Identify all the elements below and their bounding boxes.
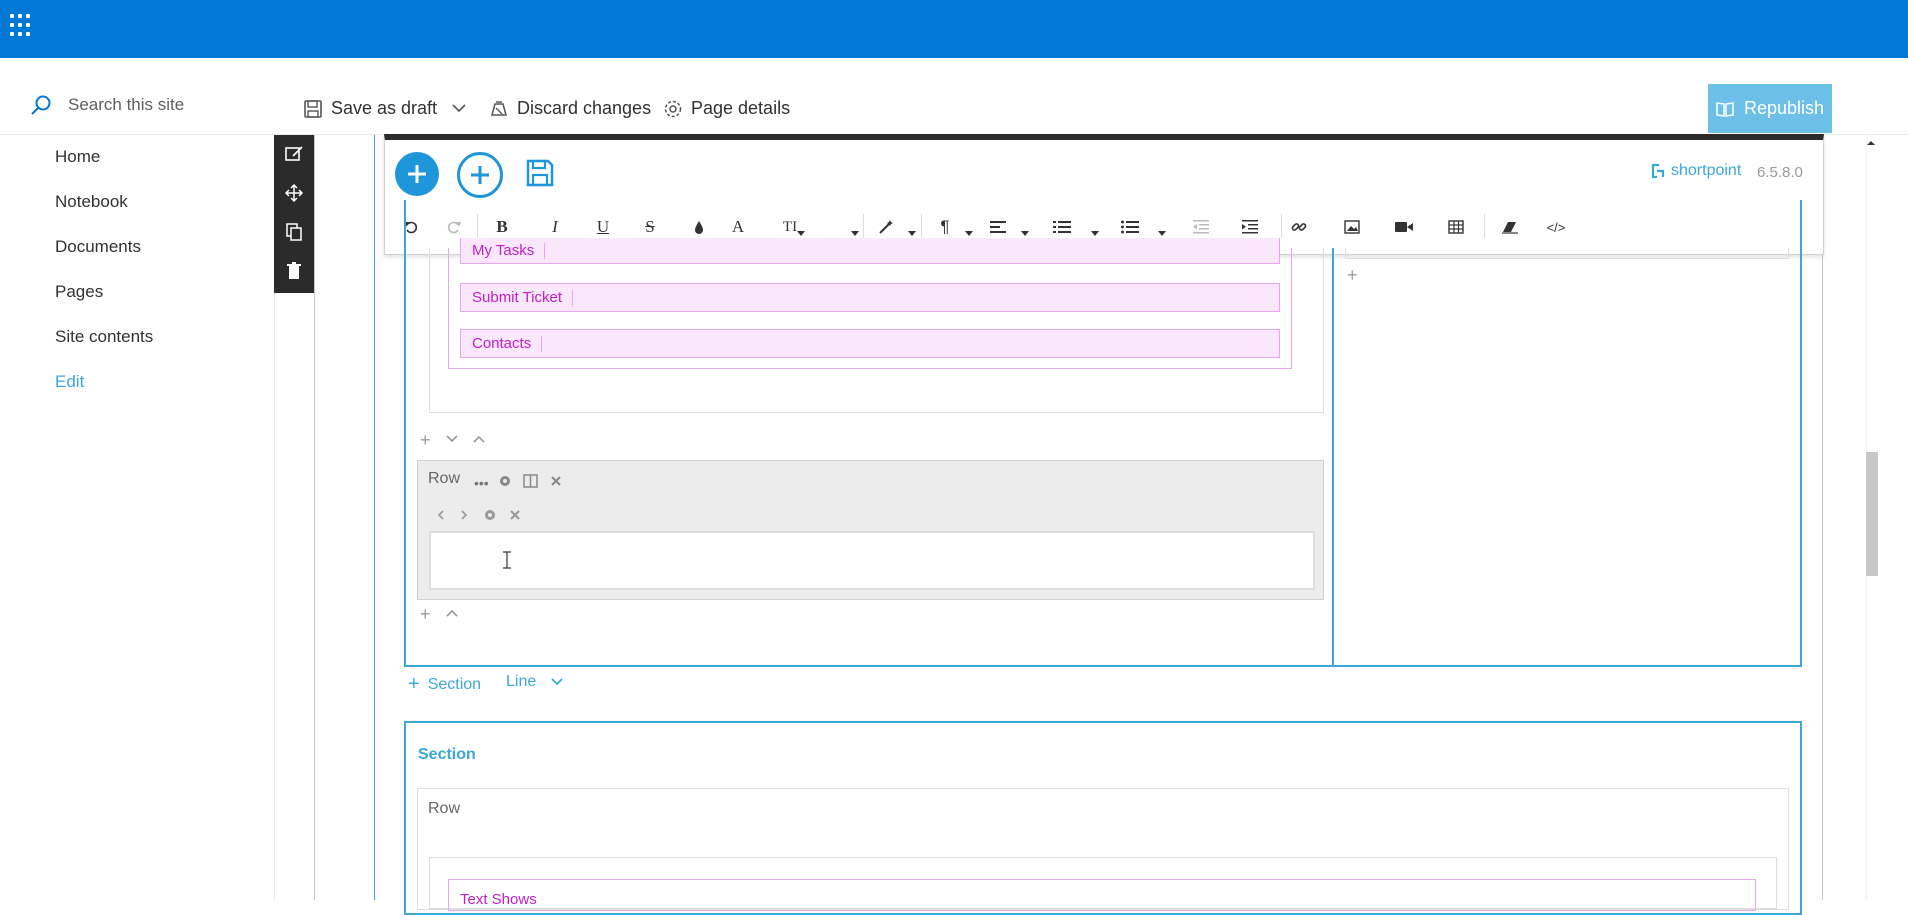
plus-icon xyxy=(408,165,426,183)
move-down-icon[interactable] xyxy=(445,430,459,451)
row-close-icon[interactable] xyxy=(550,475,562,487)
gear-icon xyxy=(664,100,682,117)
discard-changes-button[interactable]: Discard changes xyxy=(489,98,651,119)
link-text: My Tasks xyxy=(472,242,535,259)
copy-icon[interactable] xyxy=(284,222,304,242)
move-up-icon[interactable] xyxy=(472,430,486,451)
col-close-icon[interactable] xyxy=(509,509,521,521)
column-divider xyxy=(1332,248,1334,666)
row-more-icon[interactable]: ••• xyxy=(474,475,489,491)
nav-item-documents[interactable]: Documents xyxy=(55,237,141,257)
link-text: Submit Ticket xyxy=(472,289,563,306)
shortpoint-logo: shortpoint xyxy=(1651,162,1741,180)
save-page-button[interactable] xyxy=(525,158,555,188)
book-icon xyxy=(1716,101,1734,117)
text-shows-container xyxy=(448,879,1756,911)
command-bar xyxy=(0,84,1908,135)
add-row-icon[interactable]: + xyxy=(420,430,431,451)
shortpoint-logo-icon xyxy=(1651,163,1665,179)
nav-item-home[interactable]: Home xyxy=(55,147,100,167)
vertical-scrollbar-thumb[interactable] xyxy=(1866,452,1878,576)
col-right-arrow-icon[interactable] xyxy=(458,509,470,521)
row-label: Row xyxy=(428,800,461,817)
link-item-submit-ticket[interactable]: Submit Ticket xyxy=(460,283,1280,312)
cursor-line xyxy=(541,335,543,352)
add-design-element-button[interactable] xyxy=(395,152,439,196)
suite-header xyxy=(0,0,1908,58)
nav-item-notebook[interactable]: Notebook xyxy=(55,192,128,212)
move-icon[interactable] xyxy=(284,183,304,203)
link-item-my-tasks[interactable]: My Tasks xyxy=(460,238,1280,264)
search-box[interactable]: Search this site xyxy=(30,94,184,116)
empty-column-dropzone[interactable] xyxy=(429,531,1315,590)
republish-button[interactable]: Republish xyxy=(1708,84,1832,133)
insert-element-button[interactable] xyxy=(457,152,503,198)
edit-icon[interactable] xyxy=(284,144,304,164)
add-line-label: Line xyxy=(506,673,537,690)
shortpoint-brand: shortpoint xyxy=(1671,162,1742,179)
trash-icon[interactable] xyxy=(284,261,304,281)
col-settings-gear-icon[interactable] xyxy=(483,508,497,522)
row-settings-gear-icon[interactable] xyxy=(498,474,512,488)
save-as-draft-button[interactable]: Save as draft xyxy=(303,98,437,119)
section-title: Section xyxy=(418,746,476,763)
link-text: Contacts xyxy=(472,335,532,352)
chevron-down-icon xyxy=(452,104,466,113)
page-details-label: Page details xyxy=(691,98,791,118)
plus-circle-icon xyxy=(471,166,489,184)
search-icon xyxy=(31,95,51,115)
row-label: Row xyxy=(428,470,461,487)
nav-item-site-contents[interactable]: Site contents xyxy=(55,327,153,347)
search-placeholder: Search this site xyxy=(68,95,185,114)
canvas-edge-left xyxy=(314,135,315,900)
discard-changes-label: Discard changes xyxy=(517,98,652,118)
add-row-icon[interactable]: + xyxy=(420,604,431,625)
col-left-arrow-icon[interactable] xyxy=(435,509,447,521)
add-line-button[interactable]: Line xyxy=(506,673,564,691)
save-as-draft-label: Save as draft xyxy=(331,98,438,118)
section-tools xyxy=(274,135,314,293)
discard-icon xyxy=(491,100,507,116)
chevron-down-icon xyxy=(551,678,563,686)
add-section-label: Section xyxy=(427,675,482,693)
text-cursor-icon xyxy=(503,551,511,569)
floppy-save-icon xyxy=(526,159,554,187)
link-item-contacts[interactable]: Contacts xyxy=(460,329,1280,358)
shortpoint-version: 6.5.8.0 xyxy=(1757,164,1803,181)
republish-label: Republish xyxy=(1743,98,1825,118)
section-edge-left xyxy=(374,135,375,900)
add-section-button[interactable]: + Section xyxy=(408,673,481,696)
save-options-dropdown[interactable] xyxy=(449,98,469,118)
waffle-icon[interactable] xyxy=(10,14,34,38)
move-up-icon[interactable] xyxy=(445,604,459,625)
cursor-line xyxy=(544,242,546,259)
add-row-icon[interactable]: + xyxy=(1347,265,1358,286)
row-columns-icon[interactable] xyxy=(523,474,538,488)
nav-item-edit[interactable]: Edit xyxy=(55,372,84,392)
page-details-button[interactable]: Page details xyxy=(663,98,790,119)
plus-icon: + xyxy=(408,673,420,695)
cursor-line xyxy=(572,289,574,306)
save-icon xyxy=(304,99,322,118)
right-column-box xyxy=(1345,248,1789,259)
nav-item-pages[interactable]: Pages xyxy=(55,282,103,302)
scroll-up-arrow[interactable] xyxy=(1864,136,1878,150)
left-navigation: Home Notebook Documents Pages Site conte… xyxy=(0,134,275,900)
